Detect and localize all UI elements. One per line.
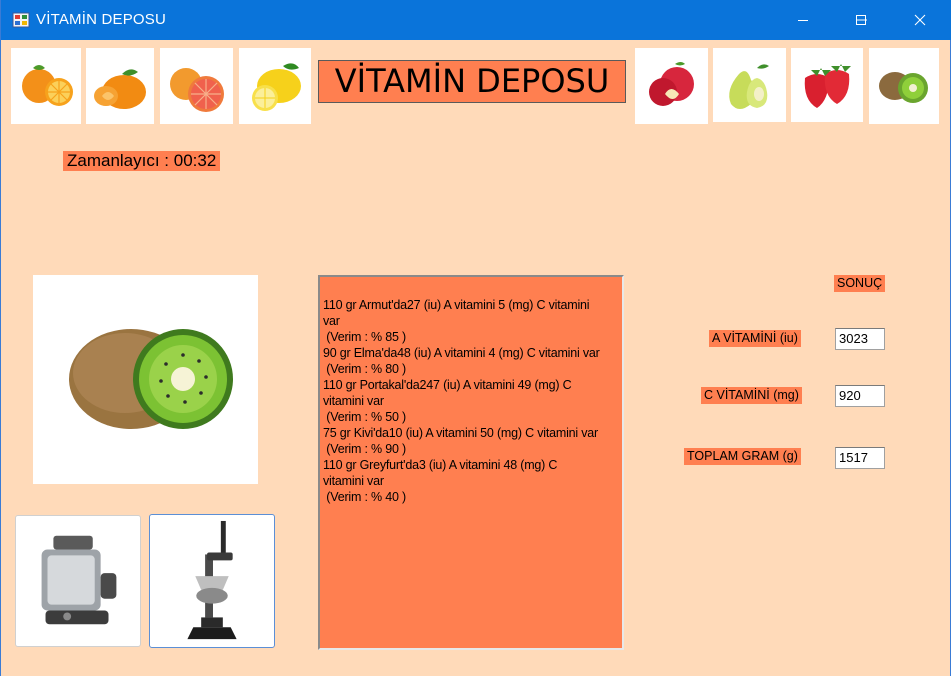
memo-line: 110 gr Armut'da27 (iu) A vitamini 5 (mg)… — [323, 298, 590, 312]
memo-line: (Verim : % 40 ) — [323, 490, 406, 504]
memo-line: (Verim : % 85 ) — [323, 330, 406, 344]
fruit-tile-kiwi[interactable] — [869, 48, 939, 124]
minimize-icon — [798, 20, 808, 21]
result-heading: SONUÇ — [834, 275, 886, 292]
memo-line: 75 gr Kivi'da10 (iu) A vitamini 50 (mg) … — [323, 426, 599, 440]
juicer-tile[interactable] — [15, 515, 141, 647]
mandarin-icon — [94, 69, 146, 109]
close-icon — [914, 14, 926, 26]
pear-icon — [729, 64, 769, 109]
apple-icon — [649, 62, 694, 106]
window-title: VİTAMİN DEPOSU — [36, 11, 167, 28]
results-memo[interactable]: 110 gr Armut'da27 (iu) A vitamini 5 (mg)… — [318, 275, 624, 650]
memo-line: vitamini var — [323, 394, 384, 408]
orange-icon — [22, 65, 73, 106]
a-vitamin-field[interactable]: 3023 — [835, 328, 885, 350]
citrus-press-icon — [187, 520, 237, 640]
app-icon — [12, 12, 30, 28]
total-gram-label: TOPLAM GRAM (g) — [684, 448, 801, 465]
results-memo-text: 110 gr Armut'da27 (iu) A vitamini 5 (mg)… — [323, 297, 621, 505]
citrus-press-tile[interactable] — [149, 514, 275, 648]
juicer-icon — [41, 535, 117, 625]
memo-line: (Verim : % 80 ) — [323, 362, 406, 376]
memo-line: var — [323, 314, 340, 328]
grapefruit-icon — [170, 68, 224, 112]
c-vitamin-field[interactable]: 920 — [835, 385, 885, 407]
memo-line: (Verim : % 90 ) — [323, 442, 406, 456]
fruit-tile-mandarin[interactable] — [86, 48, 154, 124]
a-vitamin-label: A VİTAMİNİ (iu) — [709, 330, 801, 347]
memo-line: 110 gr Greyfurt'da3 (iu) A vitamini 48 (… — [323, 458, 558, 472]
kiwi-icon — [879, 72, 928, 103]
c-vitamin-label: C VİTAMİNİ (mg) — [701, 387, 802, 404]
minimize-button-area[interactable] — [774, 0, 832, 40]
lemon-icon — [252, 63, 301, 111]
fruit-tile-strawberry[interactable] — [791, 48, 863, 122]
kiwi-preview-icon — [69, 329, 233, 429]
fruit-tile-pear[interactable] — [713, 48, 786, 122]
fruit-tile-grapefruit[interactable] — [160, 48, 233, 124]
fruit-tile-orange[interactable] — [11, 48, 81, 124]
memo-line: 90 gr Elma'da48 (iu) A vitamini 4 (mg) C… — [323, 346, 600, 360]
fruit-preview — [33, 275, 258, 484]
fruit-tile-lemon[interactable] — [239, 48, 311, 124]
brand-title: VİTAMİN DEPOSU — [318, 60, 626, 103]
strawberry-icon — [804, 64, 851, 108]
close-button[interactable] — [890, 0, 950, 40]
memo-line: vitamini var — [323, 474, 384, 488]
timer-label: Zamanlayıcı : 00:32 — [63, 151, 221, 171]
fruit-tile-apple[interactable] — [635, 48, 708, 124]
maximize-icon — [856, 15, 866, 25]
total-gram-field[interactable]: 1517 — [835, 447, 885, 469]
memo-line: (Verim : % 50 ) — [323, 410, 406, 424]
maximize-button[interactable] — [832, 0, 890, 40]
memo-line: 110 gr Portakal'da247 (iu) A vitamini 49… — [323, 378, 572, 392]
